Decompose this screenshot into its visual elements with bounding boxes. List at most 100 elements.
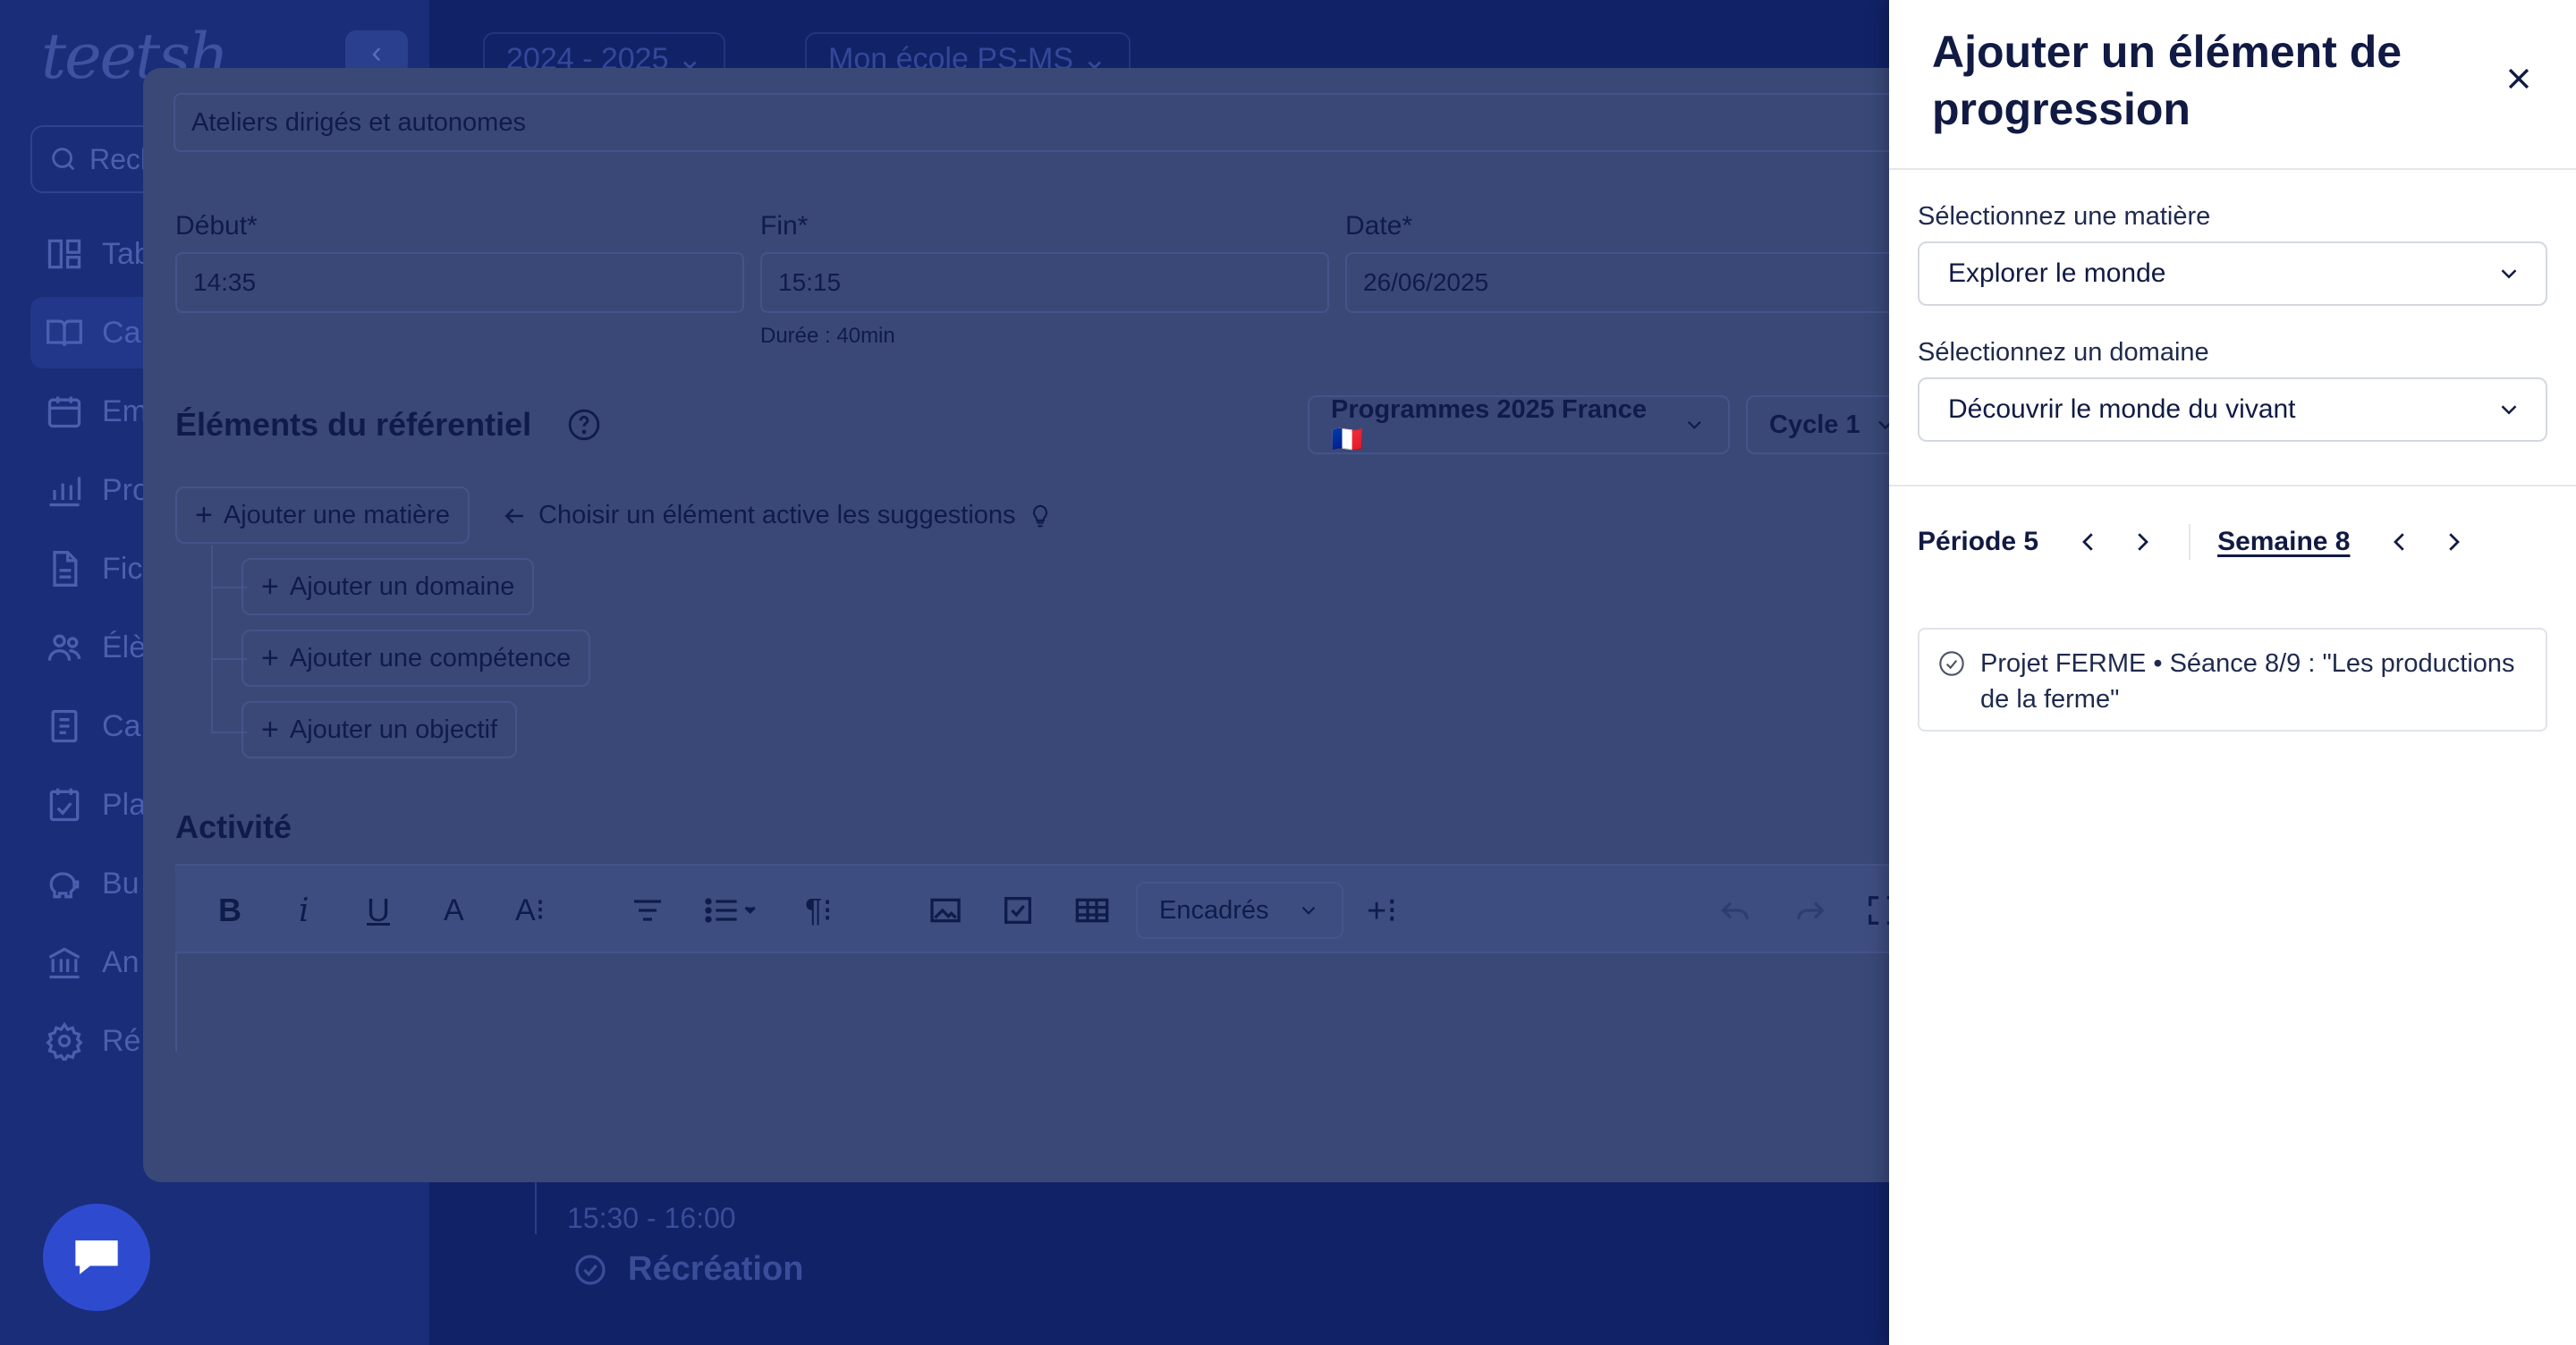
subject-select-value: Explorer le monde (1948, 258, 2166, 288)
lightbulb-icon (1032, 504, 1047, 527)
search-icon (52, 148, 75, 171)
slot-title-row[interactable]: Récréation (572, 1250, 803, 1289)
program-select[interactable]: Programmes 2025 France 🇫🇷 (1308, 395, 1730, 454)
cycle-select-value: Cycle 1 (1769, 410, 1860, 439)
font-size-icon[interactable]: A⁝ (515, 866, 546, 955)
panel-divider (1889, 485, 2576, 486)
previous-period-button[interactable] (2065, 519, 2112, 565)
previous-week-button[interactable] (2377, 519, 2423, 565)
add-subject-label: Ajouter une matière (223, 500, 450, 529)
align-icon[interactable] (630, 866, 665, 955)
calendar-icon (47, 396, 81, 428)
panel-divider (1889, 168, 2576, 170)
table-icon[interactable] (1073, 866, 1111, 955)
undo-icon[interactable] (1717, 866, 1753, 955)
italic-icon[interactable]: i (299, 866, 309, 955)
close-icon (2508, 68, 2529, 89)
add-objective-label: Ajouter un objectif (289, 715, 498, 744)
file-icon (53, 551, 78, 587)
checkbox-icon[interactable] (1000, 866, 1036, 955)
subject-select[interactable]: Explorer le monde (1918, 241, 2547, 306)
chevron-down-icon (1688, 420, 1702, 429)
redo-icon[interactable] (1792, 866, 1828, 955)
plus-icon: + (261, 712, 279, 747)
bank-icon (48, 947, 80, 979)
suggestions-hint: Choisir un élément active les suggestion… (501, 501, 1054, 530)
end-time-input[interactable]: 15:15 (760, 252, 1329, 313)
chevron-down-icon (1301, 906, 1316, 915)
subject-label: Sélectionnez une matière (1918, 202, 2211, 231)
date-input[interactable]: 26/06/2025 (1345, 252, 1932, 313)
text-color-icon[interactable]: A (444, 866, 464, 955)
progression-item[interactable]: Projet FERME • Séance 8/9 : "Les product… (1918, 628, 2547, 732)
period-week-navigation: Période 5 Semaine 8 (1918, 519, 2547, 565)
start-label: Début* (175, 211, 258, 241)
domain-select[interactable]: Découvrir le monde du vivant (1918, 377, 2547, 442)
sidebar-item-label: Ré (102, 1023, 141, 1058)
sidebar-item-label: Élè (102, 630, 147, 664)
add-subject-button[interactable]: + Ajouter une matière (175, 486, 470, 544)
image-icon[interactable] (927, 866, 964, 955)
week-label[interactable]: Semaine 8 (2217, 527, 2350, 557)
tree-connector (211, 546, 213, 733)
sidebar-item-label: Ca (102, 315, 141, 350)
insert-block-icon[interactable]: +⁝ (1367, 866, 1397, 955)
check-circle-icon (1939, 651, 1964, 676)
editor-toolbar: B i U A A⁝ ¶⁝ Encadrés +⁝ (175, 864, 1932, 953)
activity-title: Activité (175, 808, 292, 845)
chevron-left-icon (2394, 533, 2405, 551)
plus-icon: + (195, 497, 213, 532)
sidebar-item-label: An (102, 944, 140, 979)
add-progression-panel: Ajouter un élément de progression Sélect… (1889, 0, 2576, 1345)
next-period-button[interactable] (2119, 519, 2165, 565)
duration-text: Durée : 40min (760, 324, 895, 348)
chevron-down-icon (2501, 269, 2517, 279)
next-week-button[interactable] (2430, 519, 2477, 565)
chevron-right-icon (2138, 533, 2149, 551)
book-icon (47, 319, 82, 346)
sidebar-item-label: Fic (102, 551, 143, 586)
period-label: Période 5 (1918, 527, 2039, 556)
slot-time-range: 15:30 - 16:00 (567, 1202, 736, 1234)
program-select-value: Programmes 2025 France 🇫🇷 (1331, 394, 1648, 454)
nav-separator (2189, 524, 2191, 560)
plus-icon: + (261, 569, 279, 604)
help-icon[interactable] (567, 408, 601, 442)
add-domain-label: Ajouter un domaine (289, 571, 515, 601)
list-icon[interactable] (703, 866, 758, 955)
chat-support-button[interactable] (43, 1204, 150, 1311)
bold-icon[interactable]: B (218, 866, 242, 955)
boxes-dropdown[interactable]: Encadrés (1136, 882, 1343, 939)
users-icon (47, 634, 81, 661)
chat-icon (75, 1240, 118, 1274)
piggy-bank-icon (49, 872, 80, 899)
close-button[interactable] (2497, 57, 2540, 100)
domain-label: Sélectionnez un domaine (1918, 338, 2209, 367)
dashboard-icon (47, 239, 81, 269)
referential-title: Éléments du référentiel (175, 406, 532, 443)
check-circle-icon (575, 1254, 606, 1285)
chevron-down-icon (2501, 405, 2517, 415)
chart-icon (49, 477, 81, 507)
sidebar-item-label: Em (102, 393, 148, 428)
slot-title: Récréation (628, 1250, 804, 1288)
add-skill-button[interactable]: + Ajouter une compétence (242, 630, 591, 687)
session-edit-modal: Ateliers dirigés et autonomes Début* 14:… (143, 68, 1932, 1182)
progression-item-text: Projet FERME • Séance 8/9 : "Les product… (1980, 649, 2515, 714)
activity-editor[interactable] (175, 953, 1932, 1052)
plus-icon: + (261, 640, 279, 675)
paragraph-icon[interactable]: ¶⁝ (805, 866, 833, 955)
sidebar-item-label: Ca (102, 708, 141, 743)
add-objective-button[interactable]: + Ajouter un objectif (242, 701, 518, 758)
timeline-line (535, 1180, 537, 1234)
date-label: Date* (1345, 211, 1413, 241)
sidebar-item-label: Pro (102, 472, 149, 507)
chevron-left-icon (2082, 533, 2093, 551)
underline-icon[interactable]: U (367, 866, 390, 955)
add-domain-button[interactable]: + Ajouter un domaine (242, 558, 535, 615)
session-title-input[interactable]: Ateliers dirigés et autonomes (174, 93, 1932, 152)
start-time-input[interactable]: 14:35 (175, 252, 744, 313)
sidebar-item-label: Pla (102, 787, 147, 822)
panel-title: Ajouter un élément de progression (1932, 27, 2402, 134)
gear-icon (46, 1021, 83, 1061)
